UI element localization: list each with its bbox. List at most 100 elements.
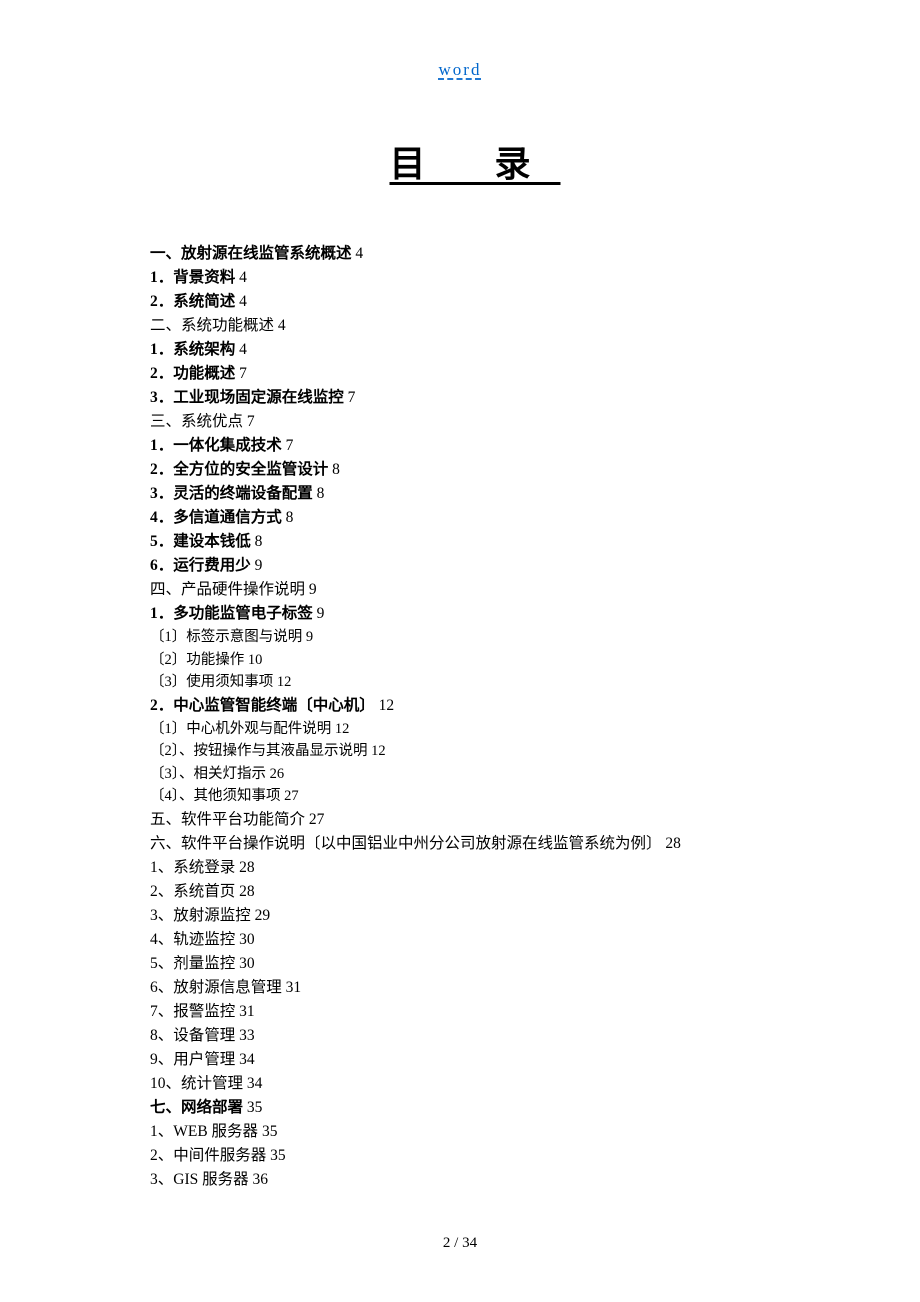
toc-entry[interactable]: 1．多功能监管电子标签 9 (150, 602, 770, 626)
toc-entry-page: 31 (282, 979, 301, 996)
header-link[interactable]: word (150, 60, 770, 80)
toc-entry-page: 28 (235, 883, 254, 900)
toc-entry-text: 1．背景资料 (150, 269, 235, 286)
toc-entry[interactable]: 2、中间件服务器 35 (150, 1144, 770, 1168)
toc-entry-page: 12 (375, 697, 394, 714)
toc-entry-text: 10、统计管理 (150, 1075, 243, 1092)
toc-entry[interactable]: 1、WEB 服务器 35 (150, 1120, 770, 1144)
toc-entry-text: 一、放射源在线监管系统概述 (150, 245, 352, 262)
toc-entry[interactable]: 二、系统功能概述 4 (150, 314, 770, 338)
toc-entry-page: 4 (235, 269, 247, 286)
toc-entry[interactable]: 七、网络部署 35 (150, 1096, 770, 1120)
toc-entry[interactable]: 8、设备管理 33 (150, 1024, 770, 1048)
toc-entry[interactable]: 6、放射源信息管理 31 (150, 976, 770, 1000)
toc-entry-page: 9 (305, 581, 317, 598)
toc-entry[interactable]: 1．背景资料 4 (150, 266, 770, 290)
toc-entry[interactable]: 9、用户管理 34 (150, 1048, 770, 1072)
toc-entry-page: 9 (302, 629, 313, 645)
toc-entry[interactable]: 2．中心监管智能终端〔中心机〕 12 (150, 694, 770, 718)
toc-entry[interactable]: 一、放射源在线监管系统概述 4 (150, 242, 770, 266)
toc-entry[interactable]: 四、产品硬件操作说明 9 (150, 578, 770, 602)
toc-entry[interactable]: 2、系统首页 28 (150, 880, 770, 904)
toc-entry[interactable]: 5、剂量监控 30 (150, 952, 770, 976)
toc-entry-page: 28 (662, 835, 681, 852)
toc-entry[interactable]: 10、统计管理 34 (150, 1072, 770, 1096)
toc-entry[interactable]: 1．一体化集成技术 7 (150, 434, 770, 458)
toc-entry-text: 4．多信道通信方式 (150, 509, 282, 526)
toc-entry-page: 12 (368, 743, 386, 759)
toc-entry-text: 四、产品硬件操作说明 (150, 581, 305, 598)
toc-entry-text: 〔2〕功能操作 (150, 652, 244, 668)
toc-entry[interactable]: 4．多信道通信方式 8 (150, 506, 770, 530)
toc-entry-text: 5．建设本钱低 (150, 533, 251, 550)
toc-entry-page: 30 (235, 931, 254, 948)
toc-entry-page: 28 (235, 859, 254, 876)
toc-entry[interactable]: 〔1〕标签示意图与说明 9 (150, 626, 770, 648)
toc-entry[interactable]: 3．工业现场固定源在线监控 7 (150, 386, 770, 410)
toc-entry[interactable]: 〔2〕功能操作 10 (150, 649, 770, 671)
toc-entry-text: 2．系统简述 (150, 293, 235, 310)
toc-entry-text: 8、设备管理 (150, 1027, 235, 1044)
toc-entry-text: 3．工业现场固定源在线监控 (150, 389, 344, 406)
toc-entry-text: 二、系统功能概述 (150, 317, 274, 334)
toc-entry-text: 〔3〕使用须知事项 (150, 674, 273, 690)
toc-entry-text: 7、报警监控 (150, 1003, 235, 1020)
toc-entry-page: 9 (313, 605, 325, 622)
toc-entry[interactable]: 1．系统架构 4 (150, 338, 770, 362)
toc-entry[interactable]: 〔4〕、其他须知事项 27 (150, 785, 770, 807)
toc-entry[interactable]: 2．全方位的安全监管设计 8 (150, 458, 770, 482)
toc-entry-text: 9、用户管理 (150, 1051, 235, 1068)
toc-entry-text: 5、剂量监控 (150, 955, 235, 972)
toc-entry-text: 三、系统优点 (150, 413, 243, 430)
toc-entry-page: 7 (243, 413, 255, 430)
toc-entry-page: 4 (235, 293, 247, 310)
toc-entry-page: 4 (235, 341, 247, 358)
toc-entry-text: 3、GIS 服务器 (150, 1171, 249, 1188)
toc-entry[interactable]: 〔3〕、相关灯指示 26 (150, 763, 770, 785)
toc-entry[interactable]: 六、软件平台操作说明〔以中国铝业中州分公司放射源在线监管系统为例〕 28 (150, 832, 770, 856)
toc-entry[interactable]: 〔2〕、按钮操作与其液晶显示说明 12 (150, 740, 770, 762)
toc-entry-page: 36 (249, 1171, 268, 1188)
toc-entry-text: 〔2〕、按钮操作与其液晶显示说明 (150, 743, 368, 759)
toc-entry-page: 8 (282, 509, 294, 526)
toc-entry-page: 34 (235, 1051, 254, 1068)
toc-entry[interactable]: 3．灵活的终端设备配置 8 (150, 482, 770, 506)
toc-entry-text: 〔1〕标签示意图与说明 (150, 629, 302, 645)
toc-entry-text: 2、系统首页 (150, 883, 235, 900)
toc-entry-text: 〔4〕、其他须知事项 (150, 788, 281, 804)
toc-entry[interactable]: 3、GIS 服务器 36 (150, 1168, 770, 1192)
toc-entry-page: 30 (235, 955, 254, 972)
toc-entry[interactable]: 〔1〕中心机外观与配件说明 12 (150, 718, 770, 740)
toc-entry-page: 7 (282, 437, 294, 454)
toc-entry-text: 七、网络部署 (150, 1099, 243, 1116)
toc-entry[interactable]: 4、轨迹监控 30 (150, 928, 770, 952)
toc-entry-page: 7 (344, 389, 356, 406)
toc-entry-page: 12 (331, 721, 349, 737)
toc-entry-text: 1．系统架构 (150, 341, 235, 358)
table-of-contents: 一、放射源在线监管系统概述 41．背景资料 42．系统简述 4二、系统功能概述 … (150, 242, 770, 1192)
toc-entry-text: 3．灵活的终端设备配置 (150, 485, 313, 502)
toc-entry-text: 五、软件平台功能简介 (150, 811, 305, 828)
toc-entry-page: 8 (251, 533, 263, 550)
toc-entry-page: 8 (328, 461, 340, 478)
toc-entry-text: 6、放射源信息管理 (150, 979, 282, 996)
toc-entry[interactable]: 2．系统简述 4 (150, 290, 770, 314)
toc-entry-text: 6．运行费用少 (150, 557, 251, 574)
toc-entry[interactable]: 2．功能概述 7 (150, 362, 770, 386)
toc-entry-page: 4 (352, 245, 364, 262)
toc-entry-text: 2．功能概述 (150, 365, 235, 382)
toc-entry[interactable]: 〔3〕使用须知事项 12 (150, 671, 770, 693)
toc-entry[interactable]: 6．运行费用少 9 (150, 554, 770, 578)
toc-entry[interactable]: 1、系统登录 28 (150, 856, 770, 880)
toc-entry[interactable]: 5．建设本钱低 8 (150, 530, 770, 554)
toc-entry-page: 35 (243, 1099, 262, 1116)
page-footer: 2 / 34 (0, 1235, 920, 1252)
toc-entry-page: 29 (251, 907, 270, 924)
toc-entry[interactable]: 7、报警监控 31 (150, 1000, 770, 1024)
toc-entry[interactable]: 3、放射源监控 29 (150, 904, 770, 928)
toc-entry[interactable]: 五、软件平台功能简介 27 (150, 808, 770, 832)
toc-entry[interactable]: 三、系统优点 7 (150, 410, 770, 434)
toc-entry-page: 7 (235, 365, 247, 382)
document-page: word 目 录 一、放射源在线监管系统概述 41．背景资料 42．系统简述 4… (0, 0, 920, 1302)
toc-entry-text: 4、轨迹监控 (150, 931, 235, 948)
